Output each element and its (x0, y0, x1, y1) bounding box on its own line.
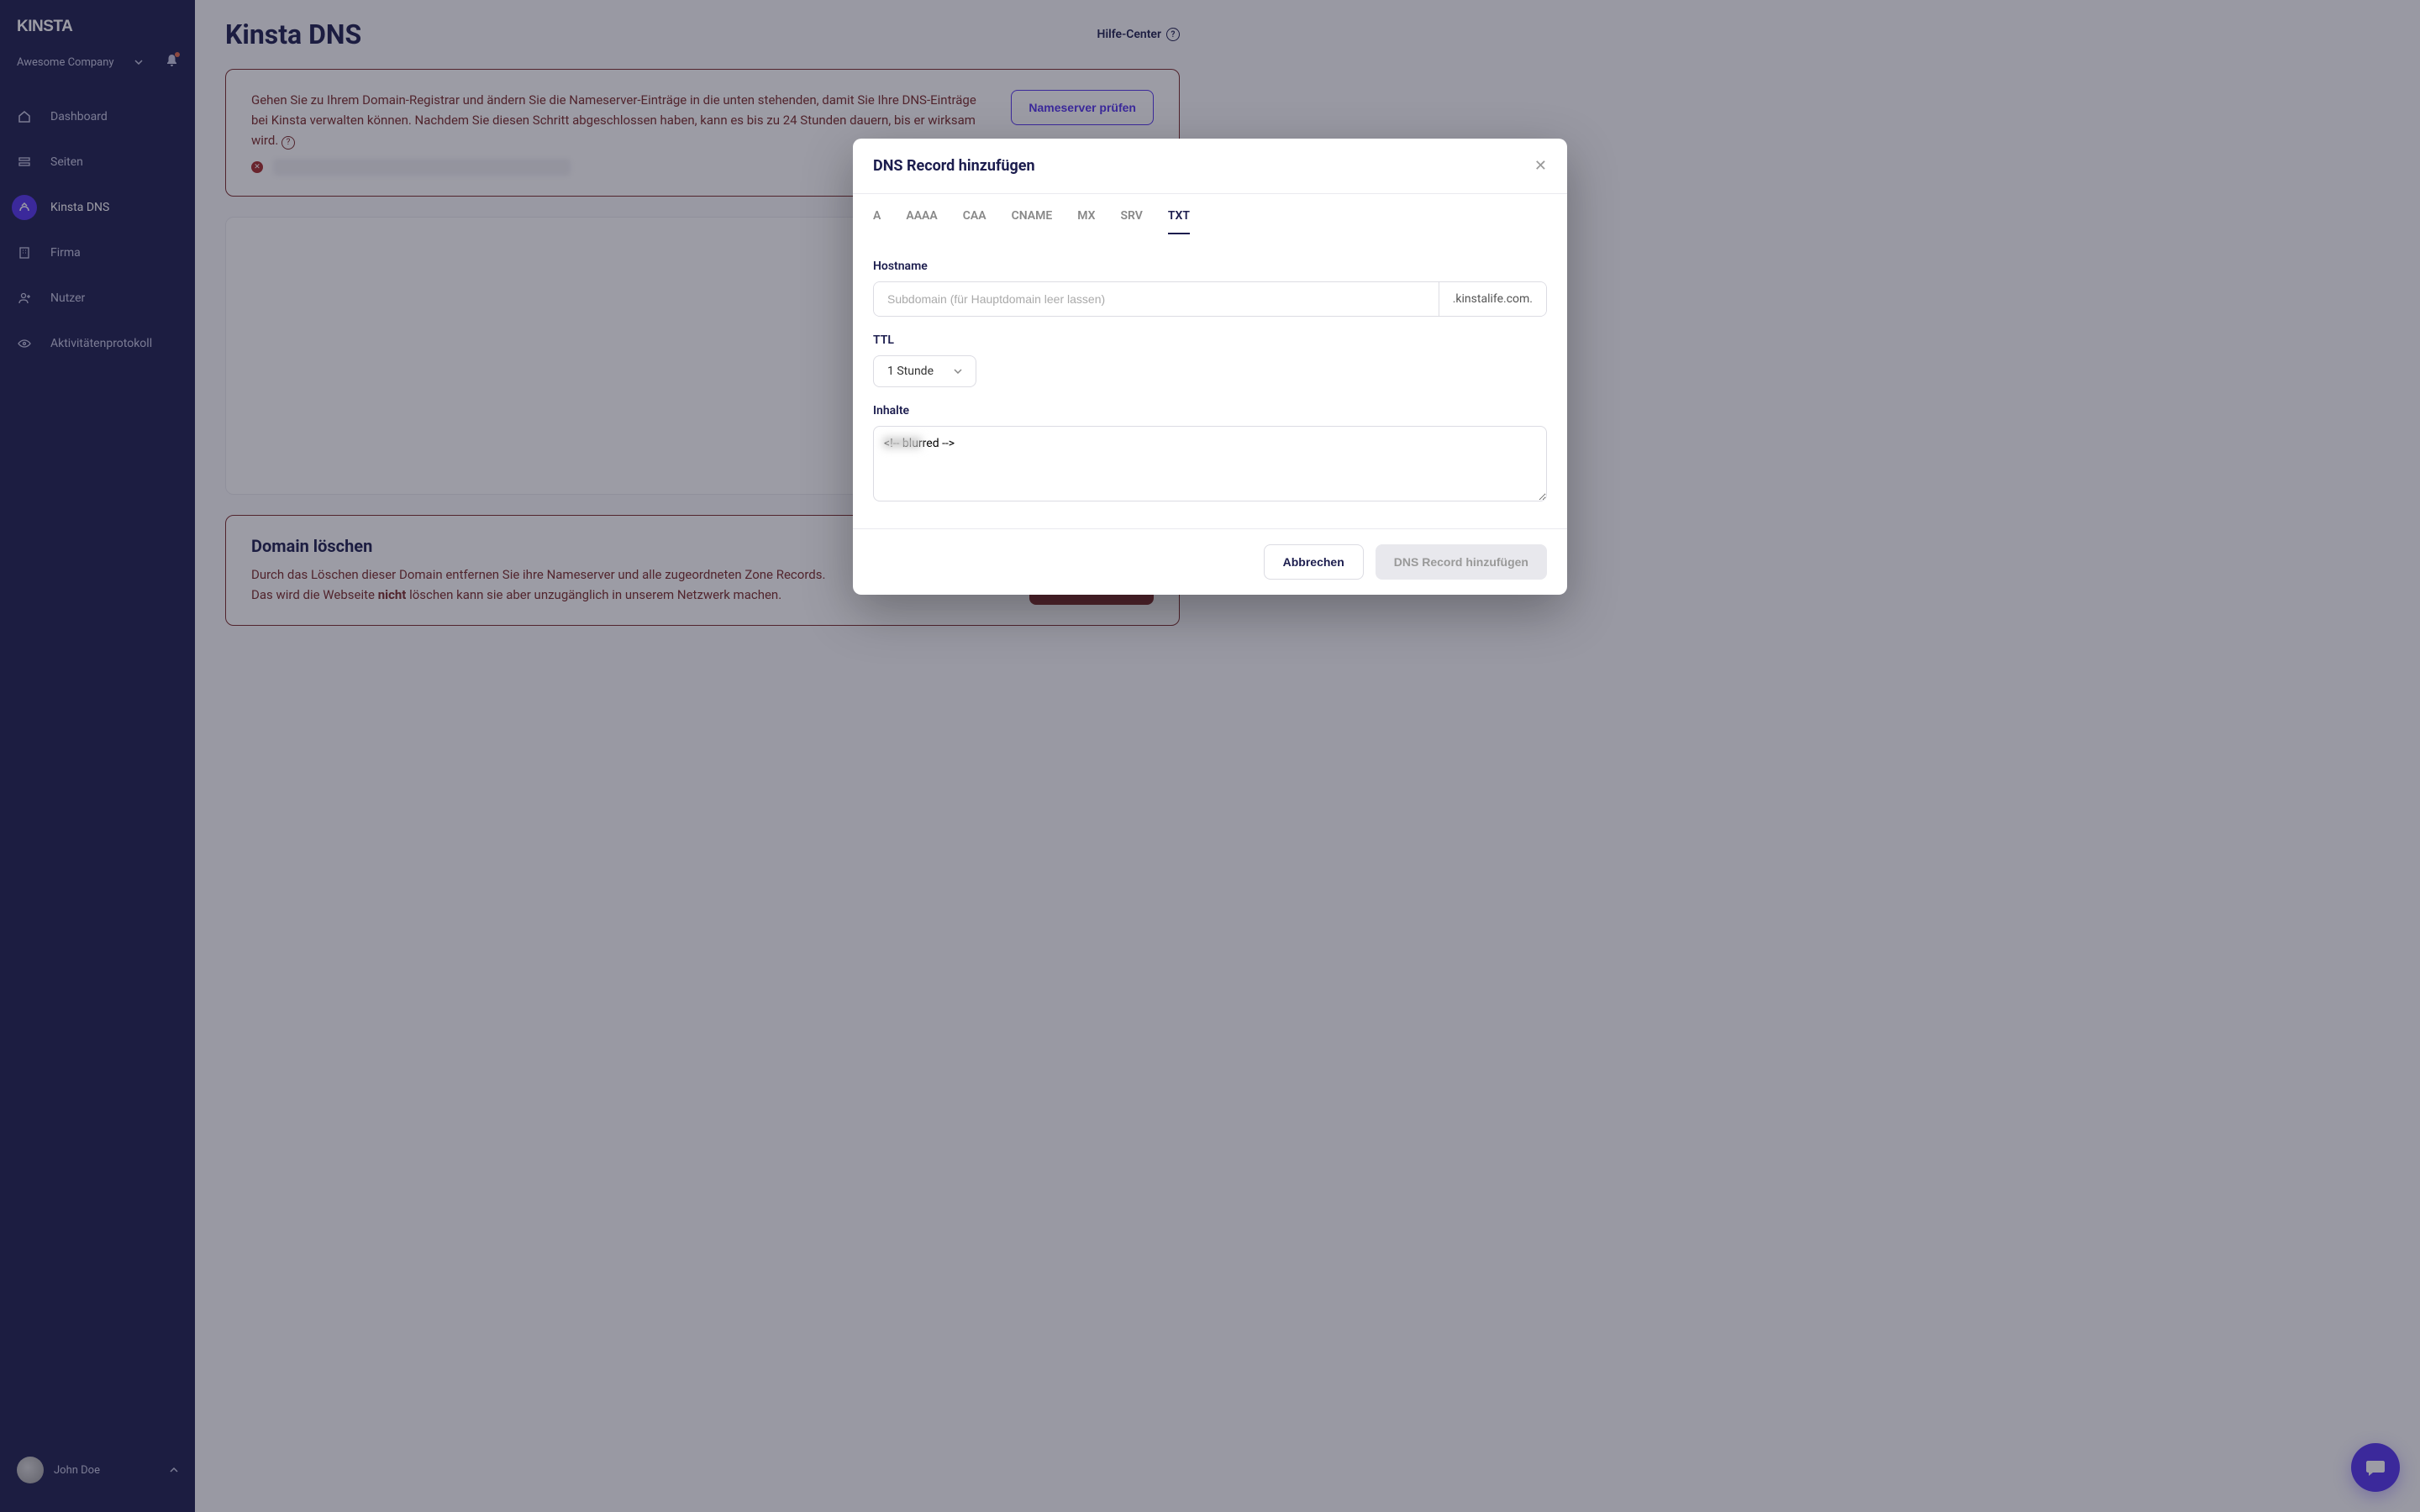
close-icon[interactable]: ✕ (1534, 157, 1547, 175)
ttl-select[interactable]: 1 Stunde (873, 355, 976, 387)
hostname-label: Hostname (873, 260, 1547, 273)
tab-caa[interactable]: CAA (963, 209, 986, 234)
tab-mx[interactable]: MX (1077, 209, 1095, 234)
ttl-label: TTL (873, 333, 1547, 347)
modal-title: DNS Record hinzufügen (873, 157, 1035, 175)
modal-overlay[interactable]: DNS Record hinzufügen ✕ A AAAA CAA CNAME… (0, 0, 2420, 1512)
tab-srv[interactable]: SRV (1121, 209, 1143, 234)
content-textarea[interactable]: <!-- blurred --> (873, 426, 1547, 501)
tab-cname[interactable]: CNAME (1012, 209, 1053, 234)
add-dns-record-modal: DNS Record hinzufügen ✕ A AAAA CAA CNAME… (853, 139, 1567, 595)
tab-a[interactable]: A (873, 209, 881, 234)
tab-aaaa[interactable]: AAAA (906, 209, 937, 234)
content-label: Inhalte (873, 404, 1547, 417)
hostname-input[interactable] (874, 282, 1439, 316)
chevron-down-icon (954, 369, 962, 374)
ttl-value: 1 Stunde (887, 365, 934, 378)
hostname-suffix: .kinstalife.com. (1439, 282, 1546, 316)
tab-txt[interactable]: TXT (1168, 209, 1190, 234)
record-type-tabs: A AAAA CAA CNAME MX SRV TXT (853, 194, 1567, 234)
cancel-button[interactable]: Abbrechen (1264, 544, 1364, 580)
submit-button: DNS Record hinzufügen (1376, 544, 1547, 580)
